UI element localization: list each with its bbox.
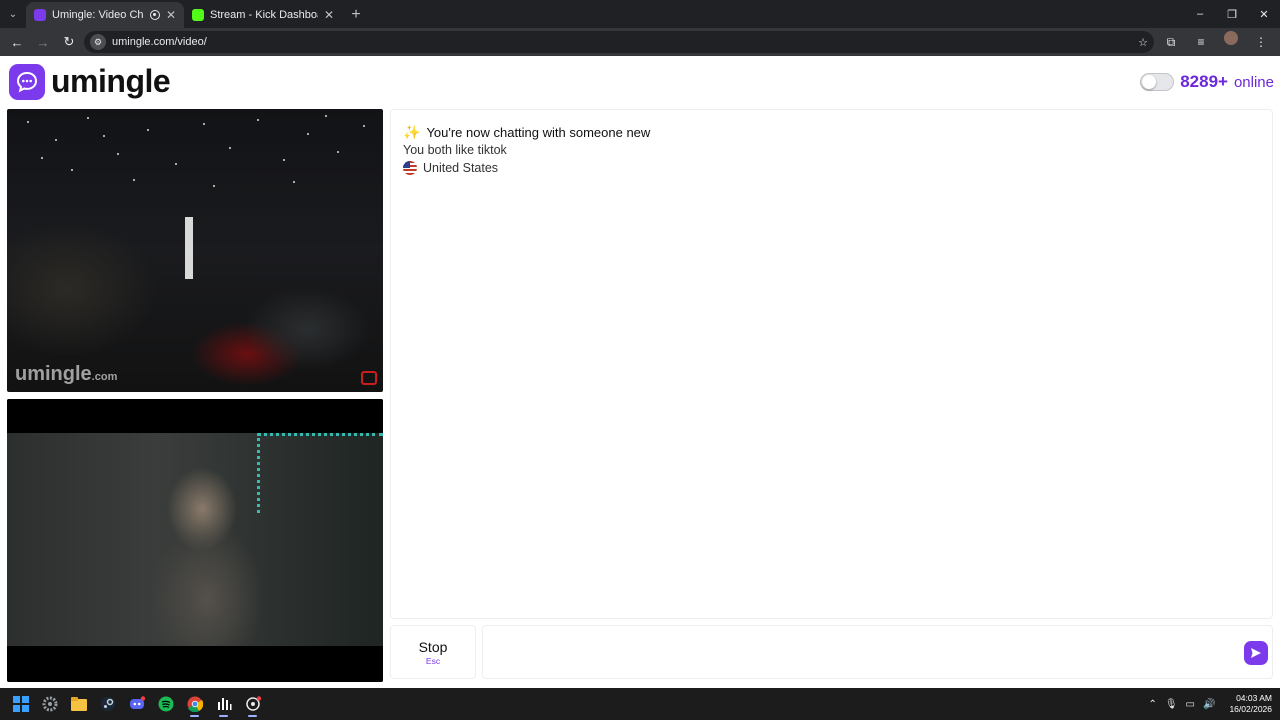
report-flag-icon[interactable] (361, 371, 377, 385)
browser-tabbar: ⌄ Umingle: Video Chat with S ✕ Stream - … (0, 0, 1280, 28)
sparkle-icon: ✨ (403, 124, 421, 140)
stranger-country: United States (403, 161, 498, 175)
file-explorer-icon[interactable] (66, 692, 91, 717)
close-tab-icon[interactable]: ✕ (166, 8, 176, 22)
minimize-button[interactable]: – (1184, 0, 1216, 28)
audio-app-icon[interactable] (211, 692, 236, 717)
logo-text: umingle (51, 63, 171, 99)
message-input[interactable] (483, 626, 1272, 678)
steam-icon[interactable] (95, 692, 120, 717)
us-flag-icon (403, 161, 417, 175)
chat-status-text: You're now chatting with someone new (426, 125, 651, 140)
browser-menu-icon[interactable]: ⋮ (1248, 31, 1274, 53)
clock[interactable]: 04:03 AM 16/02/2026 (1229, 693, 1272, 715)
chat-bubble-logo-icon (9, 63, 45, 100)
umingle-favicon-icon (34, 9, 46, 21)
browser-toolbar: ← → ↻ ⚙ umingle.com/video/ ☆ ⧉ ≡ ⋮ (0, 28, 1280, 56)
tab-title: Umingle: Video Chat with S (52, 9, 144, 21)
app-icon[interactable] (240, 692, 265, 717)
star-ceiling (7, 109, 383, 199)
address-bar[interactable]: ⚙ umingle.com/video/ ☆ (84, 31, 1154, 53)
windows-start-icon[interactable] (8, 692, 33, 717)
tab-title: Stream - Kick Dashboard (210, 9, 318, 21)
system-tray: ⌃ 🎙 ▭ 🔊 04:03 AM 16/02/2026 (1148, 688, 1272, 720)
close-tab-icon[interactable]: ✕ (324, 8, 334, 22)
stranger-video: umingle.com (7, 109, 383, 392)
light-panel (185, 217, 193, 279)
recording-icon (149, 10, 160, 20)
window-controls: – ❐ ✕ (1184, 0, 1280, 28)
discord-icon[interactable] (124, 692, 149, 717)
back-button[interactable]: ← (6, 31, 28, 53)
online-indicator: 8289+ online (1140, 72, 1274, 92)
new-tab-button[interactable]: + (342, 2, 370, 28)
chat-log: ✨ You're now chatting with someone new Y… (390, 109, 1273, 619)
maximize-button[interactable]: ❐ (1216, 0, 1248, 28)
online-label: online (1233, 73, 1274, 91)
forward-button[interactable]: → (32, 31, 54, 53)
bookmark-star-icon[interactable]: ☆ (1138, 36, 1148, 49)
send-icon (1251, 648, 1261, 658)
close-window-button[interactable]: ✕ (1248, 0, 1280, 28)
stop-button[interactable]: Stop Esc (390, 625, 476, 679)
media-controls-icon[interactable]: ≡ (1188, 31, 1214, 53)
reload-button[interactable]: ↻ (58, 31, 80, 53)
volume-icon[interactable]: 🔊 (1203, 699, 1215, 710)
profile-avatar[interactable] (1224, 31, 1238, 45)
message-box (482, 625, 1273, 679)
tray-overflow-icon[interactable]: ⌃ (1148, 699, 1156, 710)
tab-umingle[interactable]: Umingle: Video Chat with S ✕ (26, 2, 184, 28)
extensions-icon[interactable]: ⧉ (1158, 31, 1184, 53)
system-message: ✨ You're now chatting with someone new (403, 124, 650, 141)
country-name: United States (423, 161, 499, 175)
url-text: umingle.com/video/ (112, 36, 207, 48)
site-logo[interactable]: umingle (9, 63, 171, 100)
clock-time: 04:03 AM (1236, 693, 1272, 703)
send-button[interactable] (1244, 641, 1268, 665)
settings-icon[interactable] (37, 692, 62, 717)
spotify-icon[interactable] (153, 692, 178, 717)
stop-shortcut: Esc (425, 655, 441, 666)
tab-search-button[interactable]: ⌄ (0, 0, 26, 28)
theme-toggle[interactable] (1140, 73, 1175, 91)
tab-kick-dashboard[interactable]: Stream - Kick Dashboard ✕ (184, 2, 342, 28)
led-strip (257, 433, 383, 513)
clock-date: 16/02/2026 (1229, 704, 1272, 714)
online-count: 8289+ (1180, 72, 1228, 91)
self-video (7, 399, 383, 682)
umingle-page: umingle 8289+ online umingle.com ✨ You'r… (0, 56, 1280, 688)
chrome-icon[interactable] (182, 692, 207, 717)
microphone-icon[interactable]: 🎙 (1165, 699, 1178, 710)
kick-favicon-icon (192, 9, 204, 21)
stop-label: Stop (418, 638, 448, 655)
network-icon[interactable]: ▭ (1186, 699, 1195, 710)
os-taskbar: ⌃ 🎙 ▭ 🔊 04:03 AM 16/02/2026 (0, 688, 1280, 720)
site-info-icon[interactable]: ⚙ (90, 34, 106, 50)
umingle-watermark: umingle.com (15, 363, 118, 385)
common-interest-text: You both like tiktok (403, 143, 507, 157)
